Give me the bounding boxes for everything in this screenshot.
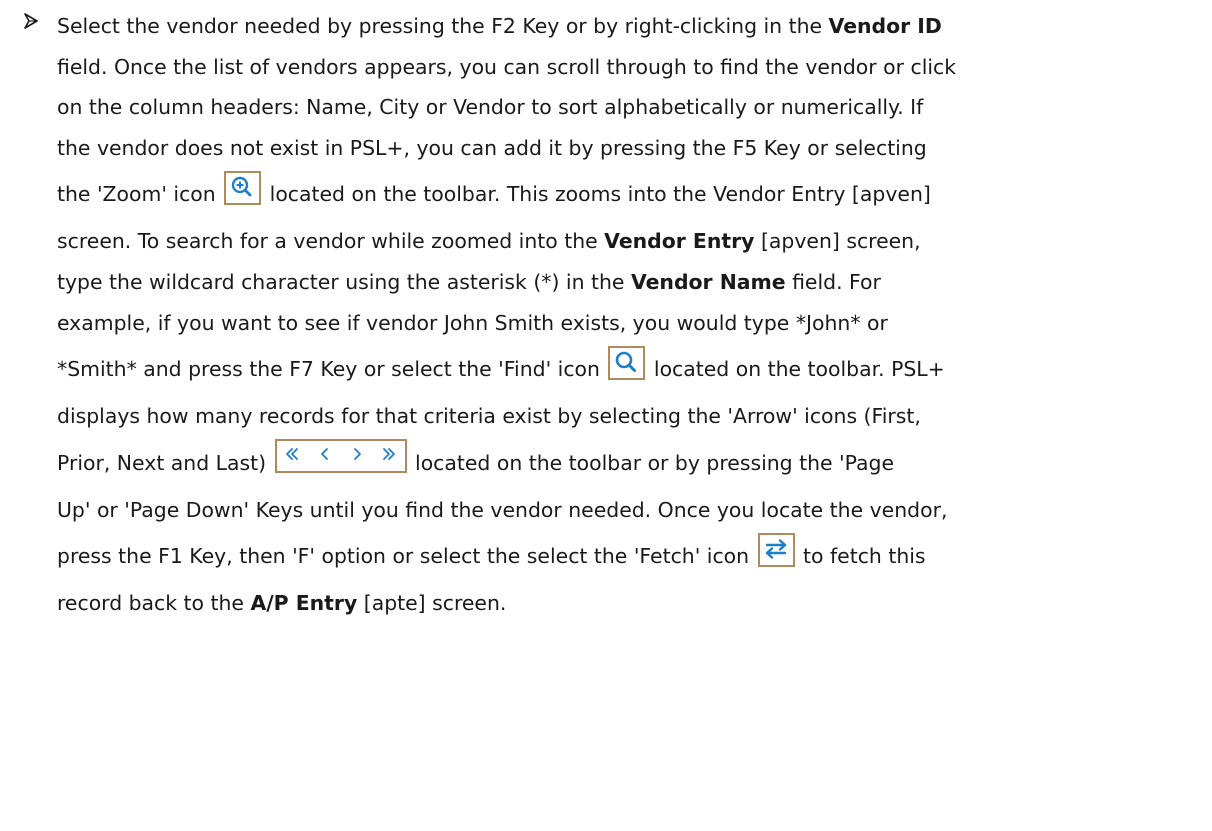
text-line: Up' or 'Page Down' Keys until you find t… bbox=[57, 497, 948, 522]
text-line: record back to the A/P Entry [apte] scre… bbox=[57, 591, 507, 616]
ap-entry-label: A/P Entry bbox=[250, 591, 358, 616]
vendor-name-field-label: Vendor Name bbox=[630, 269, 786, 294]
next-icon bbox=[353, 447, 361, 460]
text-line: the 'Zoom' icon located on the toolbar. … bbox=[57, 168, 1207, 221]
text-line: press the F1 Key, then 'F' option or sel… bbox=[57, 530, 1207, 583]
text-line: Select the vendor needed by pressing the… bbox=[57, 14, 942, 38]
text-line: *Smith* and press the F7 Key or select t… bbox=[57, 343, 1207, 396]
fetch-icon bbox=[757, 533, 795, 568]
instruction-paragraph: Select the vendor needed by pressing the… bbox=[57, 6, 1207, 624]
text-line: displays how many records for that crite… bbox=[57, 404, 921, 429]
last-icon bbox=[382, 447, 395, 460]
text-line: the vendor does not exist in PSL+, you c… bbox=[57, 135, 927, 160]
arrow-bullet-icon bbox=[24, 13, 38, 29]
vendor-entry-label: Vendor Entry bbox=[604, 229, 755, 254]
navigation-arrows-icon-group bbox=[274, 438, 407, 473]
first-icon bbox=[285, 447, 298, 460]
prior-icon bbox=[320, 447, 328, 460]
text-line: screen. To search for a vendor while zoo… bbox=[57, 229, 921, 254]
find-icon bbox=[608, 346, 646, 381]
zoom-icon bbox=[224, 171, 262, 206]
text-line: on the column headers: Name, City or Ven… bbox=[57, 95, 924, 120]
text-line: field. Once the list of vendors appears,… bbox=[57, 54, 957, 79]
text-line: example, if you want to see if vendor Jo… bbox=[57, 310, 888, 335]
document-page: Select the vendor needed by pressing the… bbox=[0, 0, 1212, 831]
text-line: type the wildcard character using the as… bbox=[57, 269, 881, 294]
vendor-id-field-label: Vendor ID bbox=[828, 14, 942, 38]
text-line: Prior, Next and Last) located on the too… bbox=[57, 437, 1207, 490]
